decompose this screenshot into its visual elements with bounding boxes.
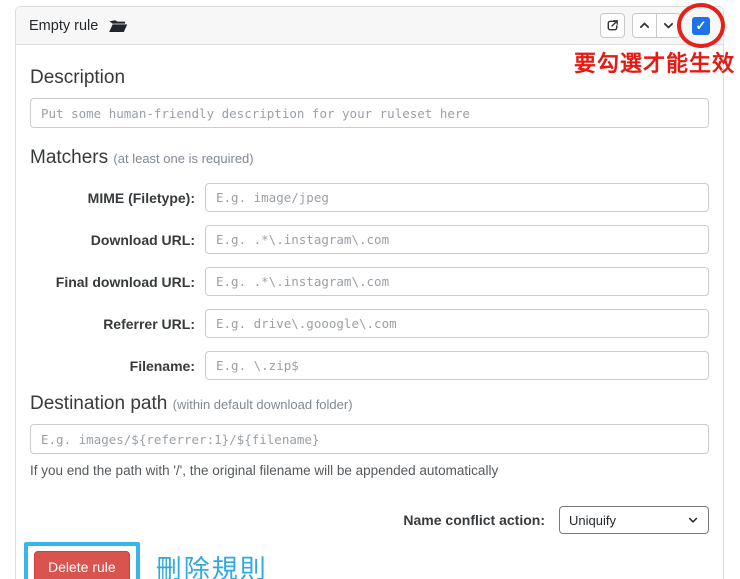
matcher-input[interactable]	[205, 351, 709, 380]
description-input[interactable]	[30, 98, 709, 128]
matcher-input[interactable]	[205, 267, 709, 296]
clone-rule-button[interactable]	[600, 13, 625, 38]
matcher-row: Filename:	[30, 351, 709, 380]
matchers-heading: Matchers (at least one is required)	[30, 147, 709, 169]
matcher-input[interactable]	[205, 225, 709, 254]
name-conflict-label: Name conflict action:	[403, 512, 545, 528]
matchers-heading-text: Matchers	[30, 147, 109, 168]
select-chevron-icon	[687, 514, 699, 526]
destination-note: If you end the path with '/', the origin…	[30, 463, 499, 478]
folder-icon	[108, 18, 128, 34]
chevron-down-icon	[662, 19, 675, 32]
matcher-label: Referrer URL:	[103, 315, 195, 332]
destination-input[interactable]	[30, 424, 709, 454]
matcher-row: Download URL:	[30, 225, 709, 254]
matcher-row: Referrer URL:	[30, 309, 709, 338]
rule-card: Empty rule ✓ Description Put some human-…	[15, 2, 725, 579]
rule-header: Empty rule ✓	[16, 2, 725, 48]
matcher-label: Download URL:	[90, 231, 195, 248]
select-value: Uniquify	[569, 512, 616, 528]
chevron-up-icon	[638, 19, 651, 32]
rule-body: Description Matchers (at least one is re…	[16, 45, 723, 579]
name-conflict-row: Name conflict action: Uniquify	[30, 506, 709, 534]
check-icon: ✓	[695, 17, 707, 33]
delete-rule-button[interactable]: Delete rule	[34, 551, 130, 579]
matcher-label: Final download URL:	[55, 273, 195, 290]
annotation-delete-note: 刪除規則	[155, 553, 268, 579]
annotation-checkbox-note: 要勾選才能生效	[573, 51, 735, 76]
matcher-row: Final download URL:	[30, 267, 709, 296]
delete-highlight-box: Delete rule	[24, 542, 140, 579]
delete-row: Delete rule 刪除規則	[24, 542, 709, 579]
matchers-hint: (at least one is required)	[113, 151, 254, 166]
enabled-checkbox-wrap: ✓	[677, 2, 725, 48]
rule-header-left: Empty rule	[29, 18, 128, 34]
matcher-rows: MIME (Filetype): Download URL: Final dow…	[30, 183, 709, 380]
enabled-checkbox[interactable]: ✓	[692, 16, 710, 35]
matcher-input[interactable]	[205, 309, 709, 338]
matcher-label: Filename:	[129, 357, 195, 374]
destination-heading: Destination path (within default downloa…	[30, 393, 709, 415]
matcher-row: MIME (Filetype):	[30, 183, 709, 212]
rule-title: Empty rule	[29, 17, 99, 34]
move-button-group	[632, 13, 681, 38]
rule-header-actions: ✓	[600, 2, 725, 48]
matcher-label: MIME (Filetype):	[87, 189, 195, 206]
share-icon	[605, 18, 620, 33]
move-up-button[interactable]	[632, 13, 657, 38]
page: Empty rule ✓ Description Put some human-…	[0, 0, 740, 579]
description-heading-text: Description	[30, 67, 126, 88]
destination-heading-text: Destination path	[30, 393, 168, 414]
destination-hint: (within default download folder)	[172, 397, 353, 412]
move-down-button[interactable]	[656, 13, 681, 38]
matcher-input[interactable]	[205, 183, 709, 212]
name-conflict-select[interactable]: Uniquify	[559, 506, 709, 534]
